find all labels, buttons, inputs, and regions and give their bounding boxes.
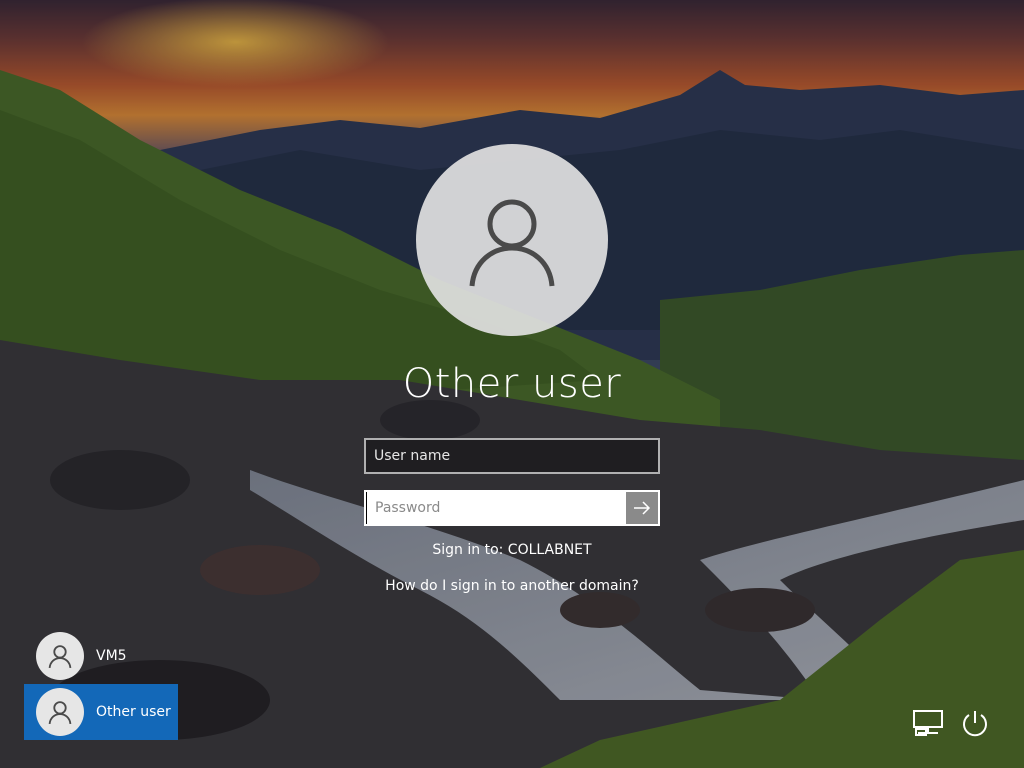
user-silhouette-icon [469, 199, 555, 287]
username-input[interactable] [364, 438, 660, 474]
password-input[interactable] [366, 492, 626, 524]
power-icon[interactable] [958, 706, 992, 740]
arrow-right-icon [634, 501, 651, 515]
submit-button[interactable] [626, 492, 658, 524]
user-tile-label: Other user [96, 704, 171, 720]
user-tile-label: VM5 [96, 648, 127, 664]
avatar [36, 632, 84, 680]
lock-screen: Other user Sign in to: COLLABNET How do … [0, 0, 1024, 768]
user-tile-other-user[interactable]: Other user [24, 684, 178, 740]
other-domain-help-link[interactable]: How do I sign in to another domain? [312, 578, 712, 594]
user-tile-vm5[interactable]: VM5 [24, 628, 178, 684]
user-silhouette-icon [48, 645, 72, 669]
user-silhouette-icon [48, 701, 72, 725]
password-field-group [364, 490, 660, 526]
selected-user-name: Other user [402, 361, 622, 407]
network-icon[interactable] [911, 706, 945, 740]
user-avatar-large [416, 144, 608, 336]
sign-in-domain-text: Sign in to: COLLABNET [432, 542, 592, 558]
avatar [36, 688, 84, 736]
user-list: VM5 Other user [24, 628, 178, 740]
